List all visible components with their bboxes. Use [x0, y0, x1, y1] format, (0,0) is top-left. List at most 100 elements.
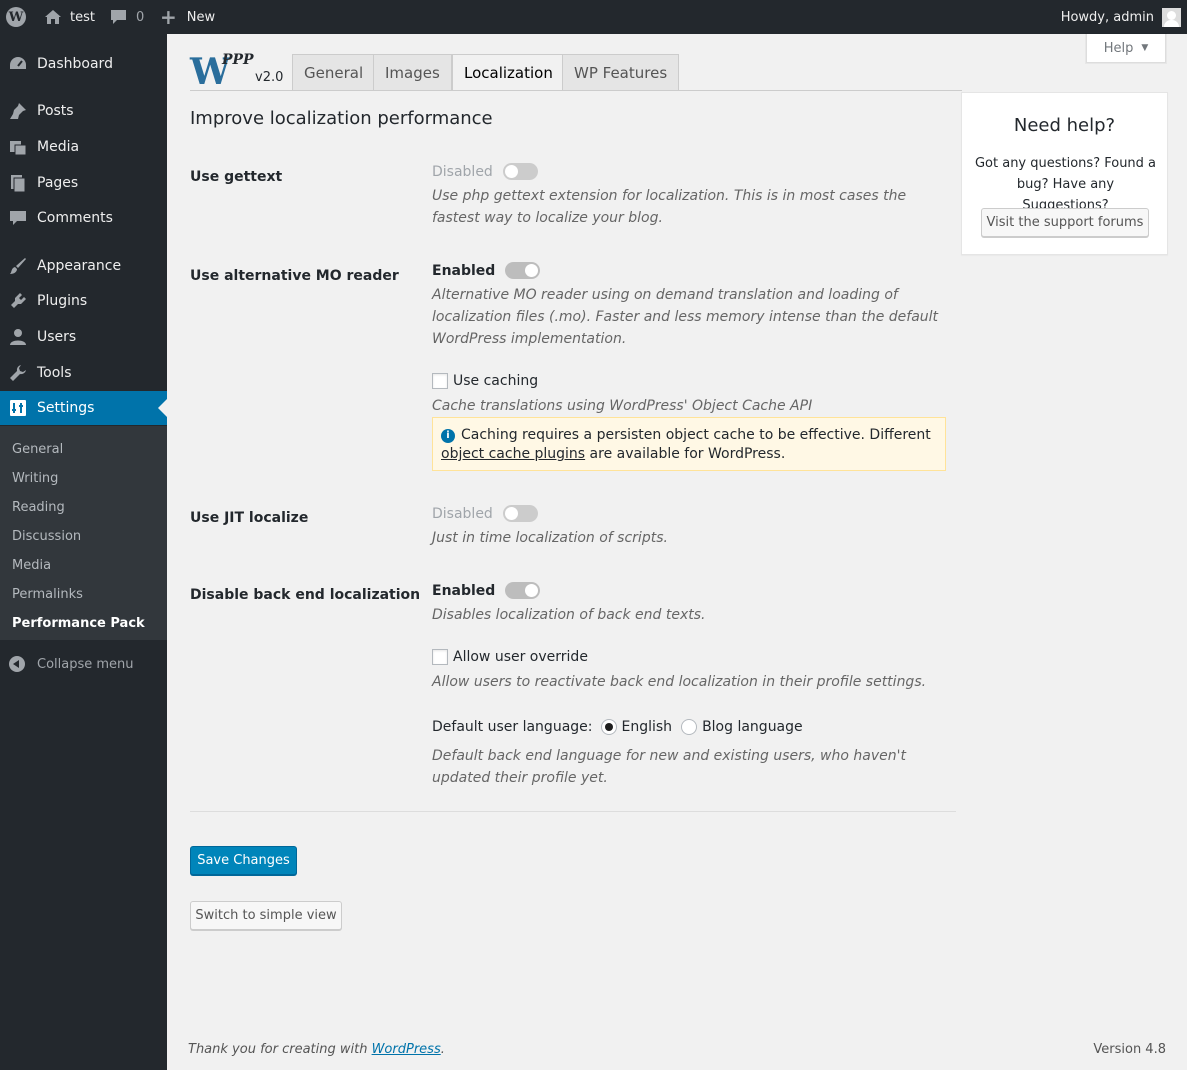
allow-override-checkbox[interactable]: [432, 649, 448, 665]
menu-label: Dashboard: [37, 56, 113, 72]
menu-appearance[interactable]: Appearance: [0, 249, 167, 283]
mo-reader-toggle[interactable]: Enabled: [432, 262, 541, 279]
tab-wp-features[interactable]: WP Features: [562, 54, 680, 90]
settings-icon: [8, 398, 28, 418]
backend-label: Disable back end localization: [190, 587, 421, 603]
menu-posts[interactable]: Posts: [0, 94, 167, 128]
footer-thanks-pre: Thank you for creating with: [188, 1042, 372, 1057]
submenu-media[interactable]: Media: [12, 558, 51, 573]
comment-icon: [8, 208, 28, 228]
brush-icon: [8, 256, 28, 276]
wordpress-logo-button[interactable]: W: [6, 0, 30, 34]
blog-language-radio[interactable]: [681, 719, 698, 735]
tab-localization[interactable]: Localization: [452, 54, 565, 91]
new-content-link[interactable]: + New: [160, 0, 215, 34]
english-radio[interactable]: [600, 719, 617, 735]
caching-notice: i Caching requires a persisten object cac…: [432, 417, 946, 471]
pin-icon: [8, 101, 28, 121]
account-menu[interactable]: Howdy, admin: [1061, 0, 1181, 34]
submenu-permalinks[interactable]: Permalinks: [12, 587, 83, 602]
collapse-menu-button[interactable]: Collapse menu: [0, 652, 134, 676]
use-caching-checkbox[interactable]: [432, 373, 448, 389]
notice-text-post: are available for WordPress.: [585, 446, 786, 462]
settings-submenu: General Writing Reading Discussion Media…: [0, 426, 167, 640]
object-cache-plugins-link[interactable]: object cache plugins: [441, 446, 585, 462]
menu-label: Posts: [37, 103, 74, 119]
avatar: [1162, 7, 1181, 27]
collapse-icon: [9, 656, 25, 672]
comments-link[interactable]: 0: [110, 0, 144, 34]
menu-label: Users: [37, 329, 77, 345]
save-changes-button[interactable]: Save Changes: [190, 846, 297, 875]
jit-description: Just in time localization of scripts.: [432, 530, 668, 546]
gettext-toggle[interactable]: Disabled: [432, 163, 538, 180]
menu-label: Settings: [37, 400, 95, 416]
default-language-description: Default back end language for new and ex…: [432, 748, 906, 786]
gettext-label: Use gettext: [190, 169, 283, 185]
menu-label: Comments: [37, 210, 113, 226]
allow-override-row[interactable]: Allow user override: [432, 649, 588, 665]
menu-comments[interactable]: Comments: [0, 201, 167, 235]
gettext-state: Disabled: [432, 163, 493, 180]
logo-version: v2.0: [255, 70, 284, 85]
comment-icon: [111, 10, 126, 24]
mo-reader-state: Enabled: [432, 262, 496, 279]
media-icon: [8, 137, 28, 157]
form-divider: [190, 811, 956, 812]
tab-images[interactable]: Images: [373, 54, 452, 90]
menu-settings[interactable]: Settings: [0, 391, 167, 425]
switch-simple-view-button[interactable]: Switch to simple view: [190, 901, 342, 930]
wp-w-logo-icon: W: [190, 51, 231, 93]
site-home-link[interactable]: test: [44, 0, 95, 34]
menu-label: Tools: [37, 365, 72, 381]
wordpress-link[interactable]: WordPress: [372, 1042, 441, 1057]
use-caching-description: Cache translations using WordPress' Obje…: [432, 398, 813, 414]
menu-dashboard[interactable]: Dashboard: [0, 47, 167, 81]
tab-general[interactable]: General: [292, 54, 376, 90]
help-tab-button[interactable]: Help ▼: [1086, 34, 1166, 63]
use-caching-row[interactable]: Use caching: [432, 373, 538, 389]
submenu-reading[interactable]: Reading: [12, 500, 65, 515]
allow-override-label: Allow user override: [453, 649, 588, 665]
wrench-icon: [8, 363, 28, 383]
help-box: Need help? Got any questions? Found a bu…: [961, 92, 1168, 255]
allow-override-description: Allow users to reactivate back end local…: [432, 674, 927, 690]
submenu-general[interactable]: General: [12, 442, 63, 457]
plug-icon: [8, 291, 28, 311]
pages-icon: [8, 173, 28, 193]
caret-down-icon: ▼: [1141, 43, 1149, 53]
menu-users[interactable]: Users: [0, 320, 167, 354]
english-label[interactable]: English: [622, 719, 673, 735]
backend-state: Enabled: [432, 582, 496, 599]
jit-toggle[interactable]: Disabled: [432, 505, 538, 522]
menu-plugins[interactable]: Plugins: [0, 284, 167, 318]
use-caching-label: Use caching: [453, 373, 539, 389]
site-name: test: [70, 9, 95, 25]
logo-text: PPP: [222, 52, 254, 68]
notice-text-pre: Caching requires a persisten object cach…: [461, 427, 931, 443]
info-icon: i: [441, 429, 455, 443]
gettext-switch[interactable]: [502, 163, 538, 180]
backend-toggle[interactable]: Enabled: [432, 582, 541, 599]
user-icon: [8, 327, 28, 347]
submenu-discussion[interactable]: Discussion: [12, 529, 81, 544]
support-forums-button[interactable]: Visit the support forums: [981, 208, 1149, 237]
footer-version: Version 4.8: [1093, 1042, 1166, 1057]
help-box-text: Got any questions? Found a bug? Have any…: [974, 156, 1157, 213]
default-language-group: Default user language: English Blog lang…: [432, 719, 803, 735]
backend-switch[interactable]: [505, 582, 541, 599]
menu-tools[interactable]: Tools: [0, 356, 167, 390]
jit-switch[interactable]: [502, 505, 538, 522]
submenu-performance-pack[interactable]: Performance Pack: [12, 616, 145, 631]
default-language-label: Default user language:: [432, 719, 593, 735]
menu-media[interactable]: Media: [0, 130, 167, 164]
menu-pages[interactable]: Pages: [0, 166, 167, 200]
blog-language-label[interactable]: Blog language: [702, 719, 803, 735]
menu-label: Appearance: [37, 258, 122, 274]
mo-reader-description: Alternative MO reader using on demand tr…: [432, 287, 939, 347]
mo-reader-switch[interactable]: [505, 262, 541, 279]
submenu-writing[interactable]: Writing: [12, 471, 58, 486]
gettext-description: Use php gettext extension for localizati…: [432, 188, 907, 226]
comments-count: 0: [136, 9, 145, 25]
page-title: Improve localization performance: [190, 108, 493, 129]
